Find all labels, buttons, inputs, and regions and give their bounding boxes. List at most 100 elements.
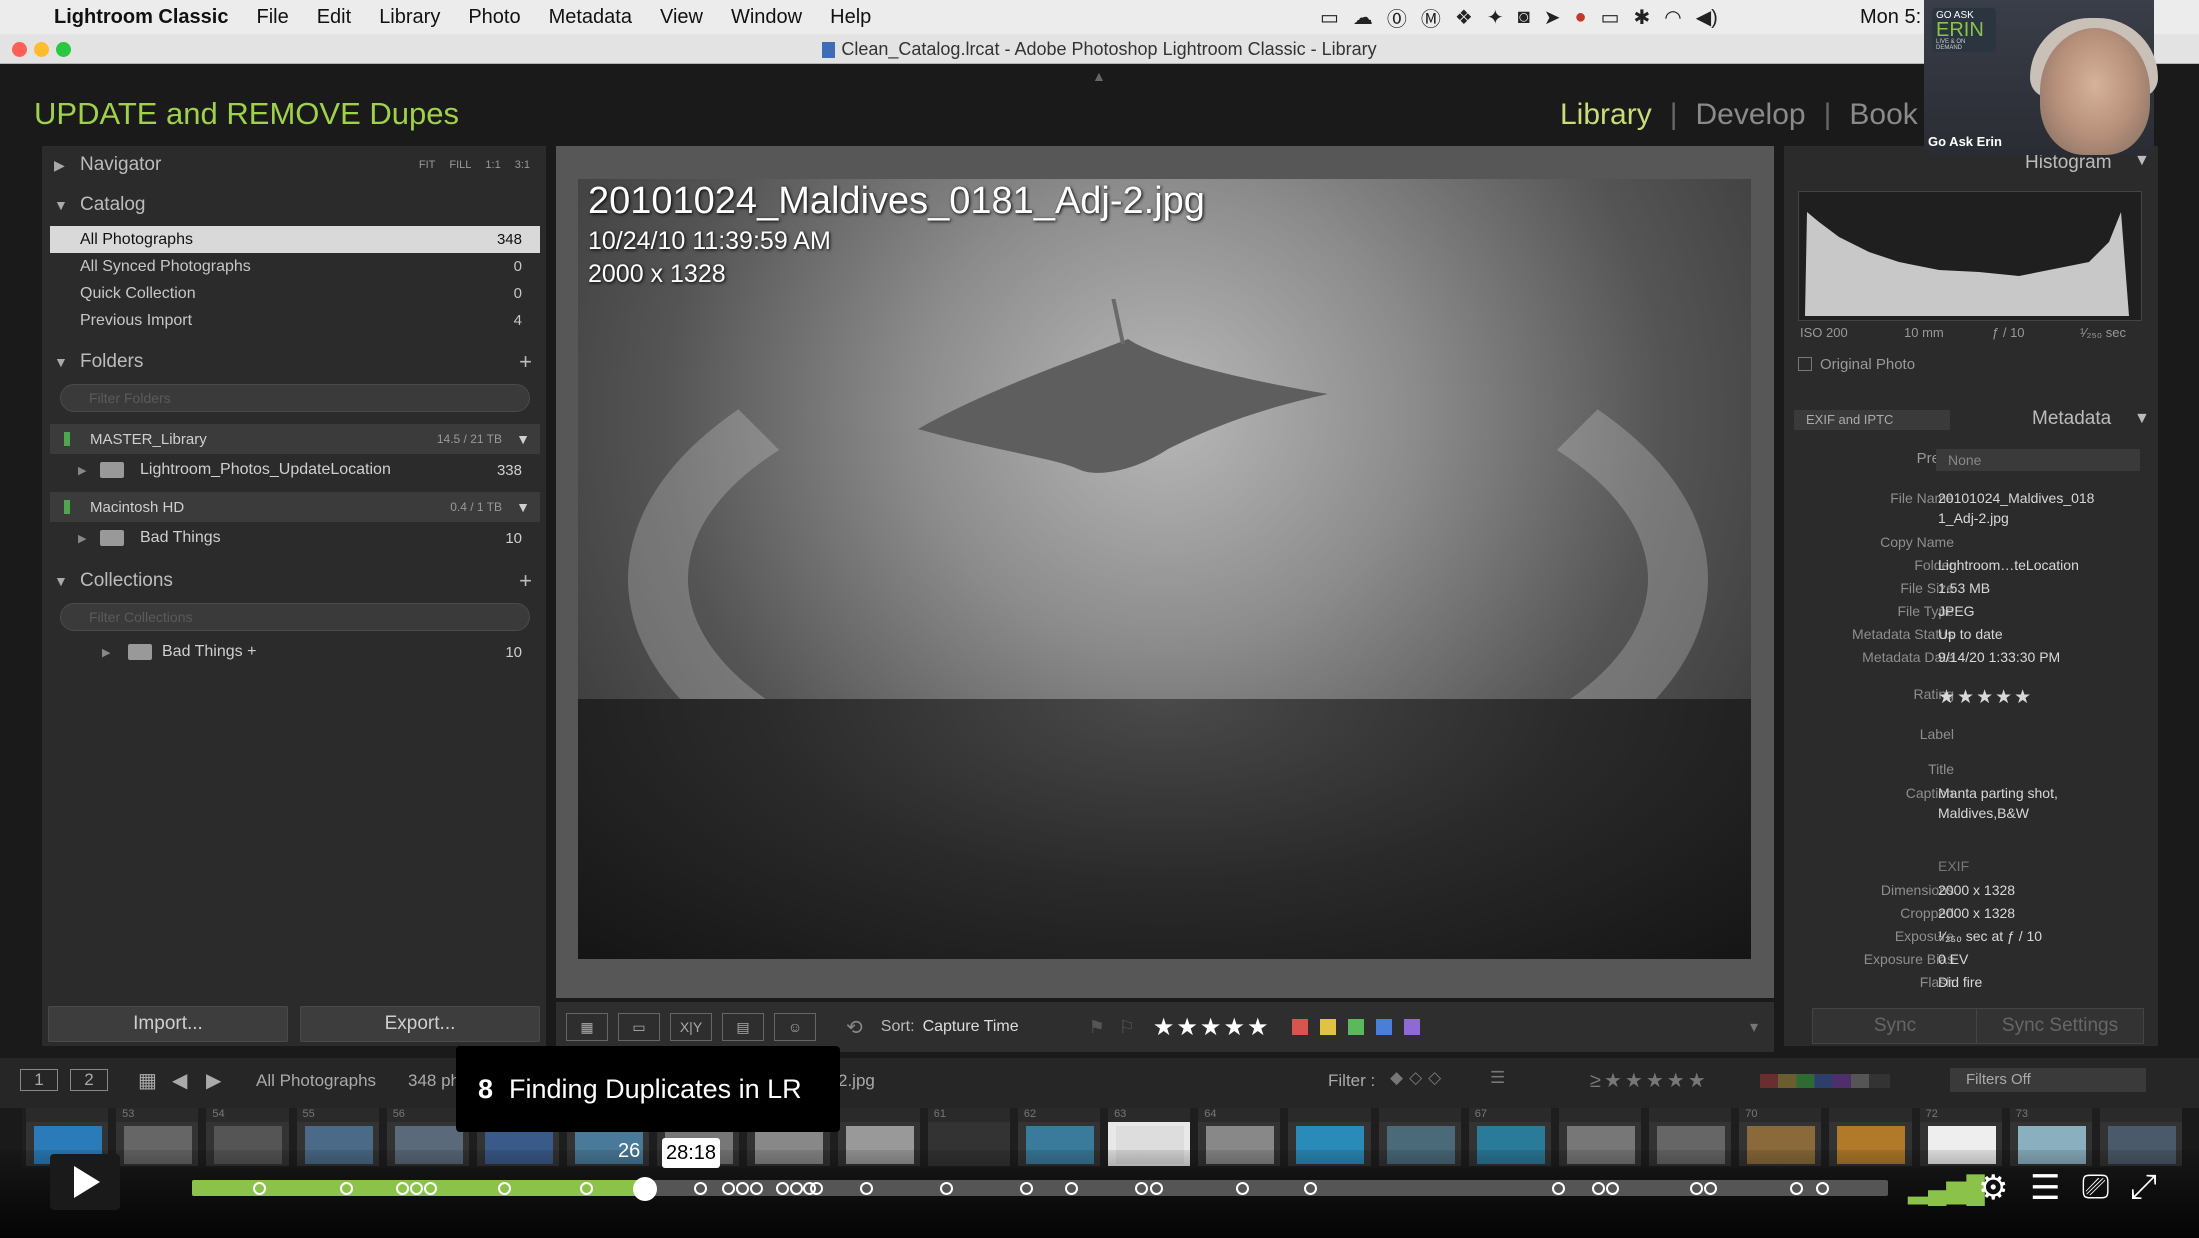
menu-photo[interactable]: Photo xyxy=(454,6,534,29)
metadata-value[interactable]: Did fire xyxy=(1938,974,1982,990)
zoom-fit[interactable]: FIT xyxy=(419,159,436,171)
menu-metadata[interactable]: Metadata xyxy=(535,6,646,29)
zoom-1-1[interactable]: 1:1 xyxy=(485,159,500,171)
zoom-fill[interactable]: FILL xyxy=(449,159,471,171)
metadata-value[interactable]: ★★★★★ xyxy=(1938,686,2033,709)
arrow-app-icon[interactable]: ➤ xyxy=(1544,5,1561,30)
catalog-header[interactable]: ▼ Catalog xyxy=(42,186,546,224)
onepassword-icon[interactable]: ⓪ xyxy=(1387,3,1407,32)
metadata-value[interactable]: 9/14/20 1:33:30 PM xyxy=(1938,649,2060,665)
histogram-title[interactable]: Histogram xyxy=(2025,152,2112,174)
metadata-value[interactable]: Maldives,B&W xyxy=(1938,805,2029,821)
chapter-marker[interactable] xyxy=(340,1182,353,1195)
metadata-value[interactable]: Manta parting shot, xyxy=(1938,785,2058,801)
chapter-marker[interactable] xyxy=(253,1182,266,1195)
chapter-marker[interactable] xyxy=(396,1182,409,1195)
chapter-marker[interactable] xyxy=(1790,1182,1803,1195)
label-yellow-swatch[interactable] xyxy=(1320,1019,1337,1035)
module-develop[interactable]: Develop xyxy=(1696,98,1806,132)
metadata-preset-dropdown[interactable]: EXIF and IPTC xyxy=(1794,410,1950,430)
chapter-marker[interactable] xyxy=(1135,1182,1148,1195)
fullscreen-icon[interactable]: ⤢ xyxy=(2130,1168,2157,1207)
preset-dropdown[interactable]: None xyxy=(1936,449,2140,471)
metadata-value[interactable]: 2000 x 1328 xyxy=(1938,882,2015,898)
flag-icon[interactable]: ⚑ xyxy=(1089,1017,1105,1038)
chapter-marker[interactable] xyxy=(1065,1182,1078,1195)
cloud-icon[interactable]: ☁ xyxy=(1353,5,1373,30)
chapter-marker[interactable] xyxy=(750,1182,763,1195)
chapter-marker[interactable] xyxy=(736,1182,749,1195)
record-icon[interactable]: ● xyxy=(1574,6,1586,29)
expand-triangle-icon[interactable]: ▶ xyxy=(102,646,110,659)
close-window-icon[interactable] xyxy=(12,42,27,57)
label-blue-swatch[interactable] xyxy=(1376,1019,1393,1035)
toolbar-options-icon[interactable]: ▾ xyxy=(1750,1017,1758,1037)
filmstrip-filename[interactable]: 2.jpg xyxy=(838,1071,875,1091)
zoom-window-icon[interactable] xyxy=(56,42,71,57)
volume-icon[interactable]: ◀) xyxy=(1696,5,1718,30)
folder-item[interactable]: ▶ Bad Things 10 xyxy=(50,524,540,552)
grid-view-icon[interactable]: ▦ xyxy=(566,1013,608,1041)
menu-file[interactable]: File xyxy=(242,6,302,29)
filter-folders-input[interactable]: Filter Folders xyxy=(60,384,530,412)
chapter-marker[interactable] xyxy=(1150,1182,1163,1195)
back-arrow-icon[interactable]: ◀ xyxy=(172,1068,187,1093)
chapter-marker[interactable] xyxy=(694,1182,707,1195)
wifi-icon[interactable]: ◠ xyxy=(1664,5,1681,30)
collection-item[interactable]: ▶ Bad Things + 10 xyxy=(50,638,540,666)
chapter-marker[interactable] xyxy=(1552,1182,1565,1195)
bluetooth-icon[interactable]: ✱ xyxy=(1633,5,1650,30)
metadata-value[interactable]: 2000 x 1328 xyxy=(1938,905,2015,921)
original-photo-checkbox[interactable] xyxy=(1798,357,1812,371)
reject-flag-icon[interactable]: ⚐ xyxy=(1119,1017,1135,1038)
import-button[interactable]: Import... xyxy=(48,1006,288,1042)
play-button[interactable] xyxy=(50,1154,120,1210)
metadata-value[interactable]: Lightroom…teLocation xyxy=(1938,557,2079,573)
m-app-icon[interactable]: Ⓜ xyxy=(1421,3,1441,32)
volume-macintosh-hd[interactable]: Macintosh HD 0.4 / 1 TB ▼ xyxy=(50,492,540,522)
export-button[interactable]: Export... xyxy=(300,1006,540,1042)
color-label-filter[interactable] xyxy=(1760,1074,1890,1088)
navigator-header[interactable]: ▶ Navigator FIT FILL 1:1 3:1 xyxy=(42,146,546,184)
catalog-item-previous-import[interactable]: Previous Import 4 xyxy=(50,307,540,334)
menubar-clock[interactable]: Mon 5: xyxy=(1860,6,1921,29)
zoom-3-1[interactable]: 3:1 xyxy=(515,159,530,171)
expand-triangle-icon[interactable]: ▶ xyxy=(78,464,86,477)
metadata-value[interactable]: 1_Adj-2.jpg xyxy=(1938,510,2009,526)
collections-header[interactable]: ▼ Collections + xyxy=(42,562,546,600)
video-scrubber-handle[interactable] xyxy=(633,1177,657,1201)
metadata-value[interactable]: EXIF xyxy=(1938,858,1969,874)
add-collection-icon[interactable]: + xyxy=(519,568,532,594)
metadata-value[interactable]: JPEG xyxy=(1938,603,1975,619)
sort-dropdown[interactable]: Capture Time xyxy=(923,1018,1019,1036)
chapter-marker[interactable] xyxy=(1816,1182,1829,1195)
chapter-marker[interactable] xyxy=(498,1182,511,1195)
metadata-value[interactable]: 20101024_Maldives_018 xyxy=(1938,490,2094,506)
module-book[interactable]: Book xyxy=(1849,98,1917,132)
menu-help[interactable]: Help xyxy=(816,6,885,29)
survey-view-icon[interactable]: ▤ xyxy=(722,1013,764,1041)
chapter-marker[interactable] xyxy=(722,1182,735,1195)
filter-collections-input[interactable]: Filter Collections xyxy=(60,603,530,631)
edit-filter-icon[interactable]: ☰ xyxy=(1490,1068,1505,1088)
volume-bars-icon[interactable]: ▂▄▆█ xyxy=(1908,1174,1985,1205)
sync-button[interactable]: Sync xyxy=(1812,1008,1978,1044)
airplay-icon[interactable]: ▭ xyxy=(1601,5,1620,30)
metadata-value[interactable]: 1.53 MB xyxy=(1938,580,1990,596)
flag-filter-icons[interactable]: ◆◇◇ xyxy=(1390,1068,1447,1088)
folders-header[interactable]: ▼ Folders + xyxy=(42,343,546,381)
loupe-view-icon[interactable]: ▭ xyxy=(618,1013,660,1041)
camera-icon[interactable]: ◙ xyxy=(1518,6,1530,29)
add-folder-icon[interactable]: + xyxy=(519,349,532,375)
menu-library[interactable]: Library xyxy=(365,6,454,29)
catalog-item-quick-collection[interactable]: Quick Collection 0 xyxy=(50,280,540,307)
expand-triangle-icon[interactable]: ▶ xyxy=(78,532,86,545)
grid-icon[interactable]: ▦ xyxy=(138,1068,157,1093)
chapter-marker[interactable] xyxy=(1020,1182,1033,1195)
chapter-marker[interactable] xyxy=(1606,1182,1619,1195)
metadata-value[interactable]: 0 EV xyxy=(1938,951,1968,967)
app-menu[interactable]: Lightroom Classic xyxy=(44,6,242,29)
menu-window[interactable]: Window xyxy=(717,6,816,29)
metadata-value[interactable]: ¹⁄₂₅₀ sec at ƒ / 10 xyxy=(1938,928,2042,944)
chapters-list-icon[interactable]: ☰ xyxy=(2030,1168,2060,1208)
